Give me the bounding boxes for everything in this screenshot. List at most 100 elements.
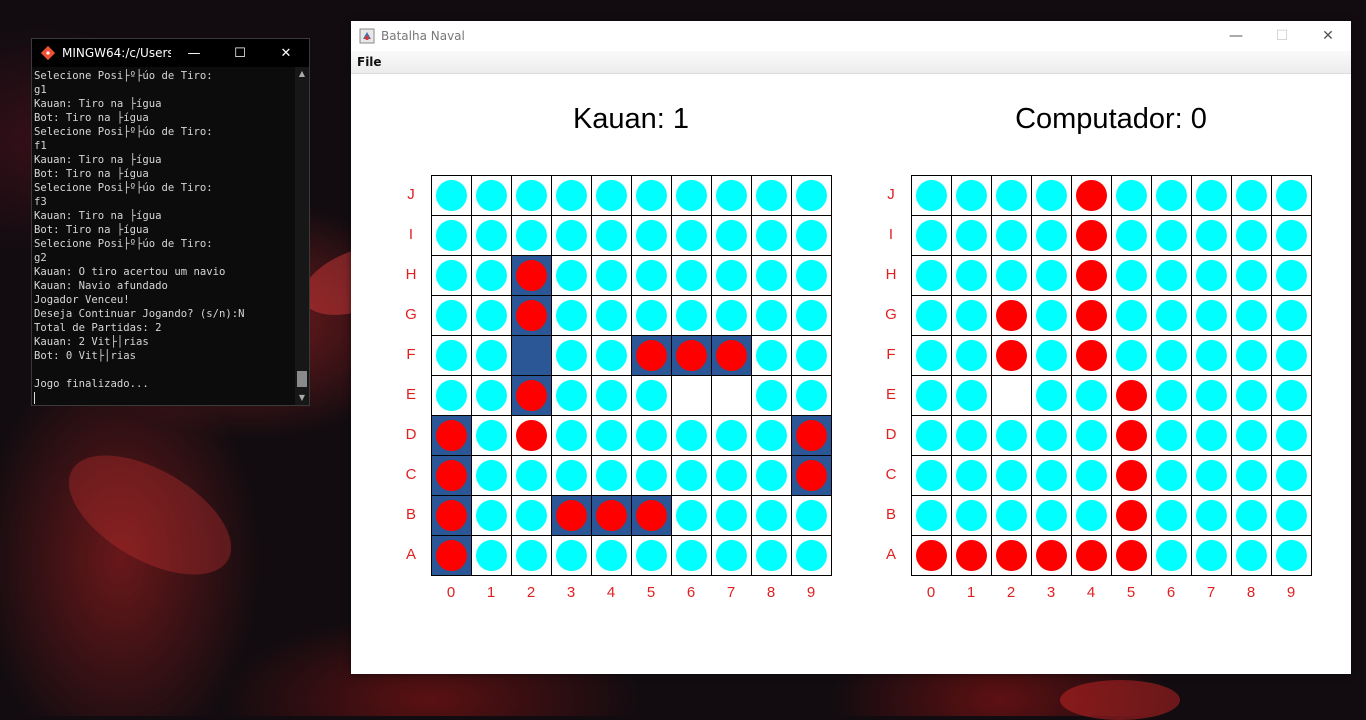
board-cell[interactable] — [911, 415, 952, 456]
board-cell[interactable] — [1271, 295, 1312, 336]
board-cell[interactable] — [1071, 215, 1112, 256]
board-cell[interactable] — [1271, 335, 1312, 376]
board-cell[interactable] — [1071, 255, 1112, 296]
board-cell[interactable] — [1271, 375, 1312, 416]
board-cell[interactable] — [1231, 295, 1272, 336]
board-cell[interactable] — [911, 255, 952, 296]
board-cell[interactable] — [1031, 495, 1072, 536]
board-cell[interactable] — [1151, 495, 1192, 536]
board-cell[interactable] — [991, 295, 1032, 336]
board-cell[interactable] — [1071, 415, 1112, 456]
board-cell[interactable] — [1231, 455, 1272, 496]
board-cell[interactable] — [991, 375, 1032, 416]
board-cell[interactable] — [951, 255, 992, 296]
board-cell[interactable] — [1071, 455, 1112, 496]
board-cell[interactable] — [1151, 535, 1192, 576]
board-cell[interactable] — [1031, 215, 1072, 256]
board-cell[interactable] — [1111, 375, 1152, 416]
board-cell[interactable] — [1151, 375, 1192, 416]
board-cell[interactable] — [1071, 535, 1112, 576]
board-cell[interactable] — [1031, 255, 1072, 296]
terminal-titlebar[interactable]: MINGW64:/c/Users... — ☐ ✕ — [32, 39, 309, 67]
board-cell[interactable] — [1111, 455, 1152, 496]
board-cell[interactable] — [1271, 535, 1312, 576]
scroll-up-icon[interactable]: ▲ — [295, 67, 309, 81]
board-cell[interactable] — [1231, 255, 1272, 296]
board-cell[interactable] — [1071, 335, 1112, 376]
board-cell[interactable] — [991, 535, 1032, 576]
board-cell[interactable] — [1271, 495, 1312, 536]
board-cell[interactable] — [1111, 255, 1152, 296]
window-titlebar[interactable]: Batalha Naval — ☐ ✕ — [351, 21, 1351, 51]
board-cell[interactable] — [1191, 335, 1232, 376]
terminal-maximize-button[interactable]: ☐ — [217, 39, 263, 67]
board-cell[interactable] — [1111, 175, 1152, 216]
board-cell[interactable] — [1271, 255, 1312, 296]
board-cell[interactable] — [991, 495, 1032, 536]
board-cell[interactable] — [1111, 415, 1152, 456]
board-cell[interactable] — [991, 215, 1032, 256]
board-cell[interactable] — [1231, 175, 1272, 216]
board-cell[interactable] — [1151, 415, 1192, 456]
board-cell[interactable] — [911, 335, 952, 376]
board-cell[interactable] — [1151, 455, 1192, 496]
board-cell[interactable] — [1191, 255, 1232, 296]
batalha-naval-window[interactable]: Batalha Naval — ☐ ✕ File Kauan: 1 Comput… — [351, 21, 1351, 674]
board-cell[interactable] — [1111, 535, 1152, 576]
board-cell[interactable] — [1271, 215, 1312, 256]
board-cell[interactable] — [1231, 495, 1272, 536]
board-cell[interactable] — [951, 375, 992, 416]
board-cell[interactable] — [1271, 455, 1312, 496]
board-cell[interactable] — [1191, 455, 1232, 496]
board-cell[interactable] — [951, 175, 992, 216]
board-cell[interactable] — [911, 215, 952, 256]
board-cell[interactable] — [911, 495, 952, 536]
board-cell[interactable] — [991, 335, 1032, 376]
board-cell[interactable] — [1151, 255, 1192, 296]
board-cell[interactable] — [991, 415, 1032, 456]
board-cell[interactable] — [1271, 175, 1312, 216]
board-cell[interactable] — [1151, 215, 1192, 256]
board-cell[interactable] — [991, 455, 1032, 496]
terminal-window[interactable]: MINGW64:/c/Users... — ☐ ✕ Selecione Posi… — [31, 38, 310, 406]
board-cell[interactable] — [911, 455, 952, 496]
board-cell[interactable] — [1111, 495, 1152, 536]
board-cell[interactable] — [1151, 175, 1192, 216]
board-cell[interactable] — [951, 215, 992, 256]
terminal-scrollbar[interactable]: ▲ ▼ — [295, 67, 309, 405]
board-cell[interactable] — [1111, 295, 1152, 336]
board-cell[interactable] — [951, 415, 992, 456]
board-cell[interactable] — [1231, 415, 1272, 456]
board-cell[interactable] — [1031, 175, 1072, 216]
board-cell[interactable] — [991, 255, 1032, 296]
board-cell[interactable] — [1071, 295, 1112, 336]
board-cell[interactable] — [1231, 375, 1272, 416]
terminal-prompt[interactable] — [34, 391, 293, 405]
scroll-thumb[interactable] — [297, 371, 307, 387]
board-cell[interactable] — [1231, 335, 1272, 376]
board-cell[interactable] — [1031, 535, 1072, 576]
board-cell[interactable] — [1151, 295, 1192, 336]
board-cell[interactable] — [911, 175, 952, 216]
terminal-minimize-button[interactable]: — — [171, 39, 217, 67]
board-cell[interactable] — [1031, 295, 1072, 336]
board-cell[interactable] — [1191, 375, 1232, 416]
board-cell[interactable] — [911, 295, 952, 336]
board-cell[interactable] — [1151, 335, 1192, 376]
board-cell[interactable] — [951, 295, 992, 336]
board-cell[interactable] — [1111, 215, 1152, 256]
board-cell[interactable] — [1191, 415, 1232, 456]
board-cell[interactable] — [951, 455, 992, 496]
window-minimize-button[interactable]: — — [1213, 21, 1259, 51]
board-cell[interactable] — [1191, 535, 1232, 576]
board-cell[interactable] — [1191, 215, 1232, 256]
board-cell[interactable] — [1231, 535, 1272, 576]
window-close-button[interactable]: ✕ — [1305, 21, 1351, 51]
board-cell[interactable] — [1191, 495, 1232, 536]
board-cell[interactable] — [1191, 295, 1232, 336]
board-cell[interactable] — [1071, 495, 1112, 536]
board-cell[interactable] — [951, 535, 992, 576]
board-cell[interactable] — [1191, 175, 1232, 216]
board-cell[interactable] — [1031, 335, 1072, 376]
menu-file[interactable]: File — [357, 55, 382, 69]
